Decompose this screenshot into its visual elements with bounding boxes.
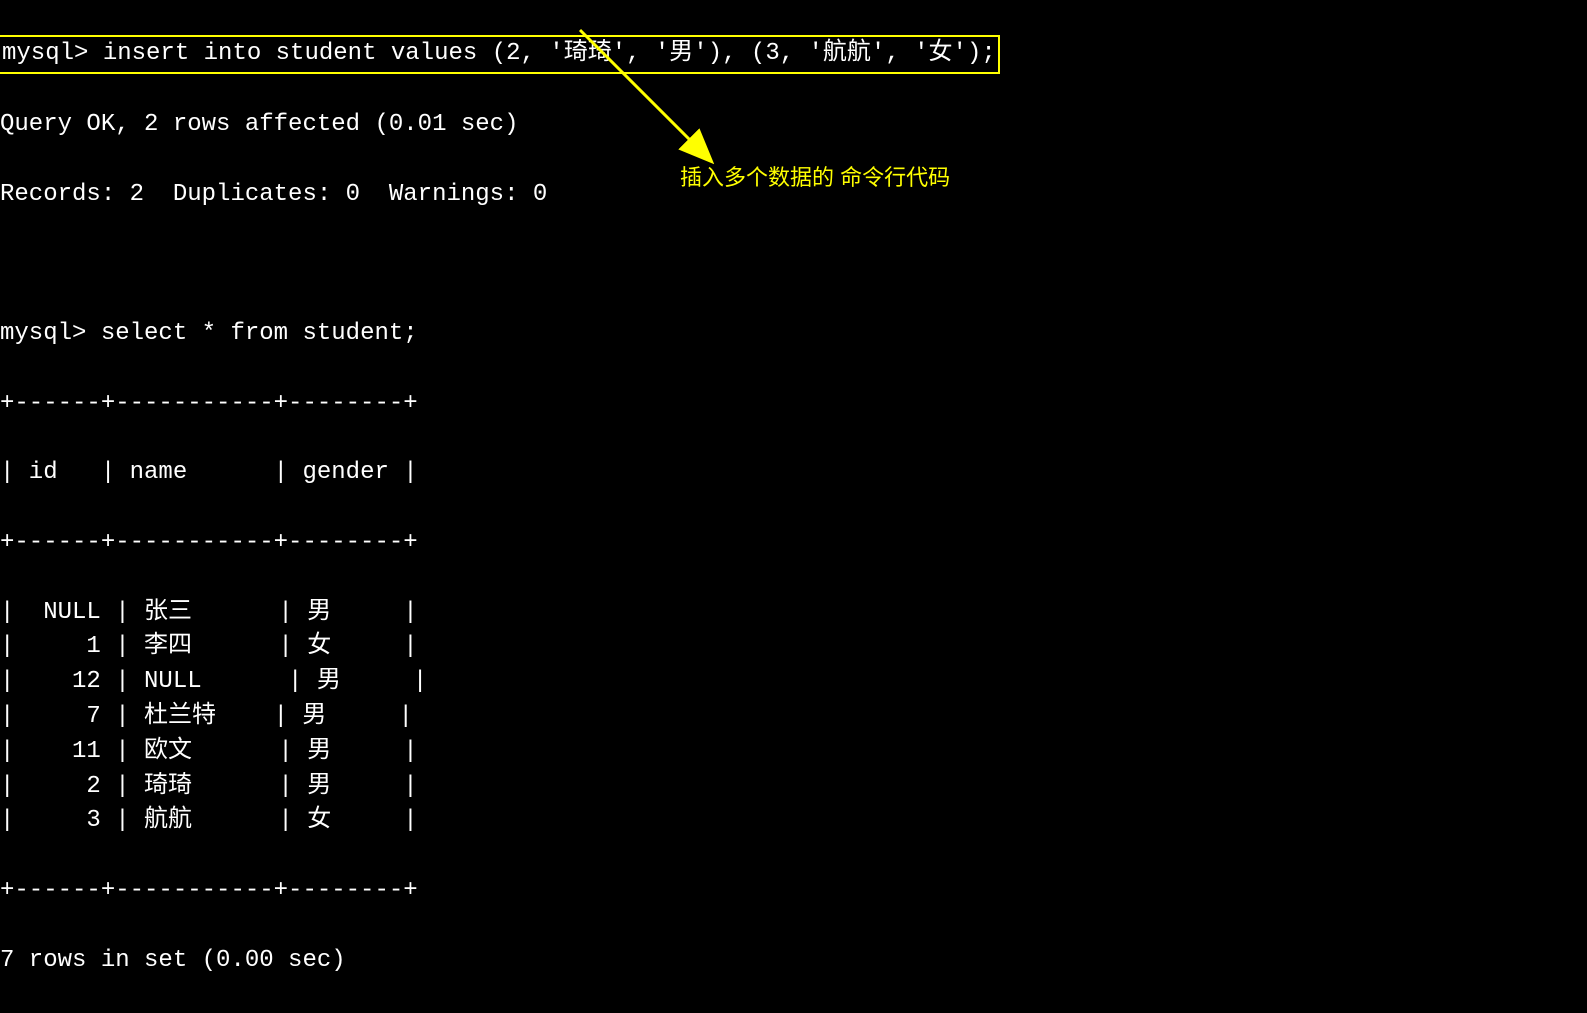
rows-in-set: 7 rows in set (0.00 sec) (0, 944, 1587, 979)
table-border-top: +------+-----------+--------+ (0, 387, 1587, 422)
insert-command: insert into student values (2, '琦琦', '男'… (88, 40, 995, 67)
highlighted-command: mysql> insert into student values (2, '琦… (0, 35, 1000, 74)
mysql-prompt: mysql> (0, 320, 86, 347)
table-row: | 12 | NULL | 男 | (0, 665, 1587, 700)
annotation-text: 插入多个数据的 命令行代码 (680, 162, 950, 194)
table-border-bottom: +------+-----------+--------+ (0, 874, 1587, 909)
table-row: | 7 | 杜兰特 | 男 | (0, 700, 1587, 735)
col-header-gender: gender (302, 459, 388, 486)
terminal-output: mysql> insert into student values (2, '琦… (0, 0, 1587, 1013)
query-ok-line: Query OK, 2 rows affected (0.01 sec) (0, 108, 1587, 143)
mysql-prompt: mysql> (2, 40, 88, 67)
table-row: | NULL | 张三 | 男 | (0, 596, 1587, 631)
select-command: select * from student; (86, 320, 417, 347)
col-header-id: id (29, 459, 58, 486)
table-border-mid: +------+-----------+--------+ (0, 526, 1587, 561)
table-row: | 3 | 航航 | 女 | (0, 804, 1587, 839)
table-row: | 11 | 欧文 | 男 | (0, 735, 1587, 770)
table-row: | 2 | 琦琦 | 男 | (0, 770, 1587, 805)
col-header-name: name (130, 459, 188, 486)
table-header-row: | id | name | gender | (0, 456, 1587, 491)
table-row: | 1 | 李四 | 女 | (0, 630, 1587, 665)
